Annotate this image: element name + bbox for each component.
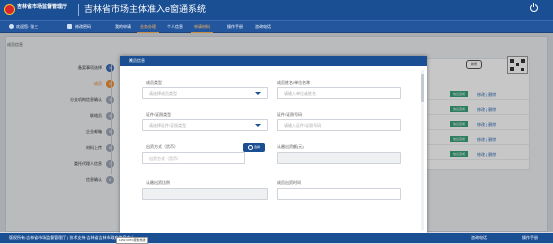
power-logout-icon[interactable] (530, 3, 538, 12)
select-button[interactable]: 选择 (243, 143, 265, 152)
contribution-method-label: 出资方式（货币） (146, 144, 178, 149)
search-icon (247, 144, 253, 150)
member-name-placeholder: 请输入单位或姓名 (284, 91, 316, 96)
member-info-dialog: 成员信息 × 成员类型 请选择成员类型 成员姓名/单位名称 请输入单位或姓名 证… (120, 56, 427, 234)
emblem-logo-icon (5, 5, 14, 14)
cert-type-label: 证件/证照类型 (146, 112, 172, 117)
change-password-link[interactable]: 修改密码 (75, 24, 91, 30)
close-icon[interactable]: × (129, 56, 422, 66)
subscribed-amount-label: 认缴出资额(元) (277, 144, 304, 149)
member-type-select[interactable]: 请选择成员类型 (142, 87, 268, 99)
contribution-method-placeholder: 出资方式（货币） (149, 156, 181, 161)
cert-type-select[interactable]: 请选择证件/证照类型 (142, 119, 268, 131)
contribution-time-input[interactable] (277, 188, 401, 200)
manual-link[interactable]: 操作手册 (522, 233, 538, 243)
scrollbar-thumb[interactable] (421, 74, 424, 102)
user-icon (9, 24, 14, 29)
select-button-label: 选择 (253, 145, 260, 149)
cert-number-placeholder: 请输入证件/证照号码 (284, 123, 322, 128)
welcome-text: 欢迎您: 张三 (16, 24, 39, 29)
subscribed-amount-input[interactable] (277, 152, 401, 164)
cert-type-placeholder: 请选择证件/证照类型 (149, 123, 187, 128)
app-footer: 版权所有:吉林省市场监督管理厅 | 技术支持:吉林省吉林市政府信息中心 咨询电话… (0, 233, 553, 243)
subscribed-ratio-label: 认缴出资比例 (146, 180, 170, 185)
chevron-down-icon (255, 124, 261, 127)
dialog-header: 成员信息 × (120, 56, 427, 66)
contribution-time-label: 成员出资时间 (277, 180, 301, 185)
member-type-placeholder: 请选择成员类型 (149, 91, 177, 96)
subscribed-ratio-input[interactable] (142, 188, 268, 200)
chevron-down-icon (255, 92, 261, 95)
cert-number-label: 证件/证照号码 (277, 112, 303, 117)
member-type-label: 成员类型 (146, 80, 162, 85)
consult-link[interactable]: 咨询电话 (471, 233, 487, 243)
member-name-label: 成员姓名/单位名称 (277, 80, 311, 85)
contribution-method-input[interactable]: 出资方式（货币） (142, 152, 245, 164)
member-name-input[interactable]: 请输入单位或姓名 (277, 87, 401, 99)
cert-number-input[interactable]: 请输入证件/证照号码 (277, 119, 401, 131)
lock-icon (67, 24, 72, 29)
dialog-scrollbar[interactable] (421, 70, 424, 230)
app-header: 吉林省市场监督管理厅 吉林省市场主体准入e窗通系统 (0, 0, 553, 20)
header-divider (78, 4, 79, 16)
agency-name: 吉林省市场监督管理厅 (17, 4, 68, 10)
system-title: 吉林省市场主体准入e窗通系统 (84, 4, 207, 14)
